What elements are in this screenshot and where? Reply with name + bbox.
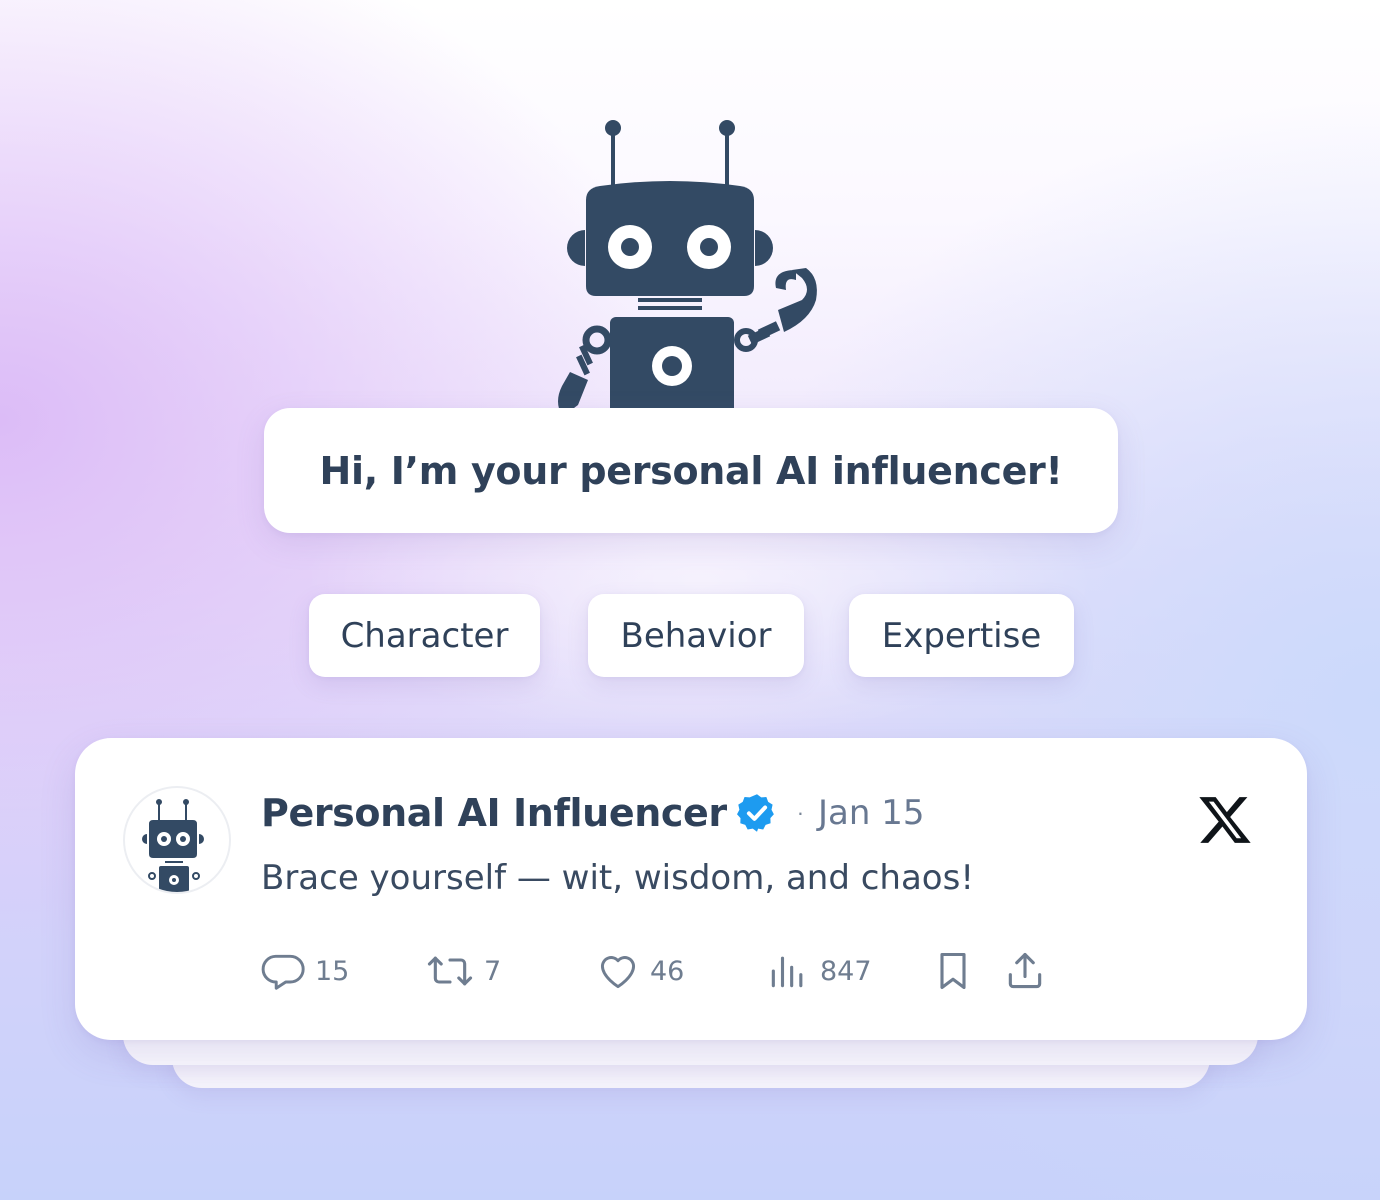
post-date[interactable]: Jan 15 bbox=[818, 793, 924, 833]
bookmark-button[interactable] bbox=[931, 946, 975, 996]
heart-icon bbox=[596, 949, 640, 993]
post-actions: 15 7 46 847 bbox=[261, 946, 1061, 996]
reply-count: 15 bbox=[315, 955, 350, 987]
verified-badge-icon bbox=[735, 791, 779, 835]
reply-button[interactable]: 15 bbox=[261, 946, 349, 996]
like-button[interactable]: 46 bbox=[596, 946, 684, 996]
bar-chart-icon bbox=[766, 949, 810, 993]
greeting-bubble: Hi, I’m your personal AI influencer! bbox=[264, 408, 1118, 533]
post-card[interactable]: Personal AI Influencer · Jan 15 Brace yo… bbox=[75, 738, 1307, 1040]
chip-character[interactable]: Character bbox=[309, 594, 540, 677]
author-name[interactable]: Personal AI Influencer bbox=[261, 791, 727, 835]
like-count: 46 bbox=[650, 955, 685, 987]
share-button[interactable] bbox=[1003, 946, 1047, 996]
reply-icon bbox=[261, 949, 305, 993]
post-body: Brace yourself — wit, wisdom, and chaos! bbox=[261, 858, 974, 898]
avatar[interactable] bbox=[123, 786, 231, 894]
bookmark-icon bbox=[931, 949, 975, 993]
share-icon bbox=[1003, 949, 1047, 993]
repost-count: 7 bbox=[484, 955, 502, 987]
robot-avatar-icon bbox=[142, 799, 204, 892]
header-separator: · bbox=[796, 800, 805, 825]
views-button[interactable]: 847 bbox=[766, 946, 872, 996]
chip-behavior[interactable]: Behavior bbox=[588, 594, 804, 677]
repost-button[interactable]: 7 bbox=[426, 946, 501, 996]
views-count: 847 bbox=[820, 955, 872, 987]
chip-expertise[interactable]: Expertise bbox=[849, 594, 1074, 677]
x-logo-icon[interactable] bbox=[1197, 792, 1253, 848]
greeting-text: Hi, I’m your personal AI influencer! bbox=[319, 448, 1063, 493]
robot-mascot-icon bbox=[540, 110, 840, 440]
repost-icon bbox=[426, 949, 474, 993]
post-header: Personal AI Influencer · Jan 15 bbox=[261, 788, 925, 838]
